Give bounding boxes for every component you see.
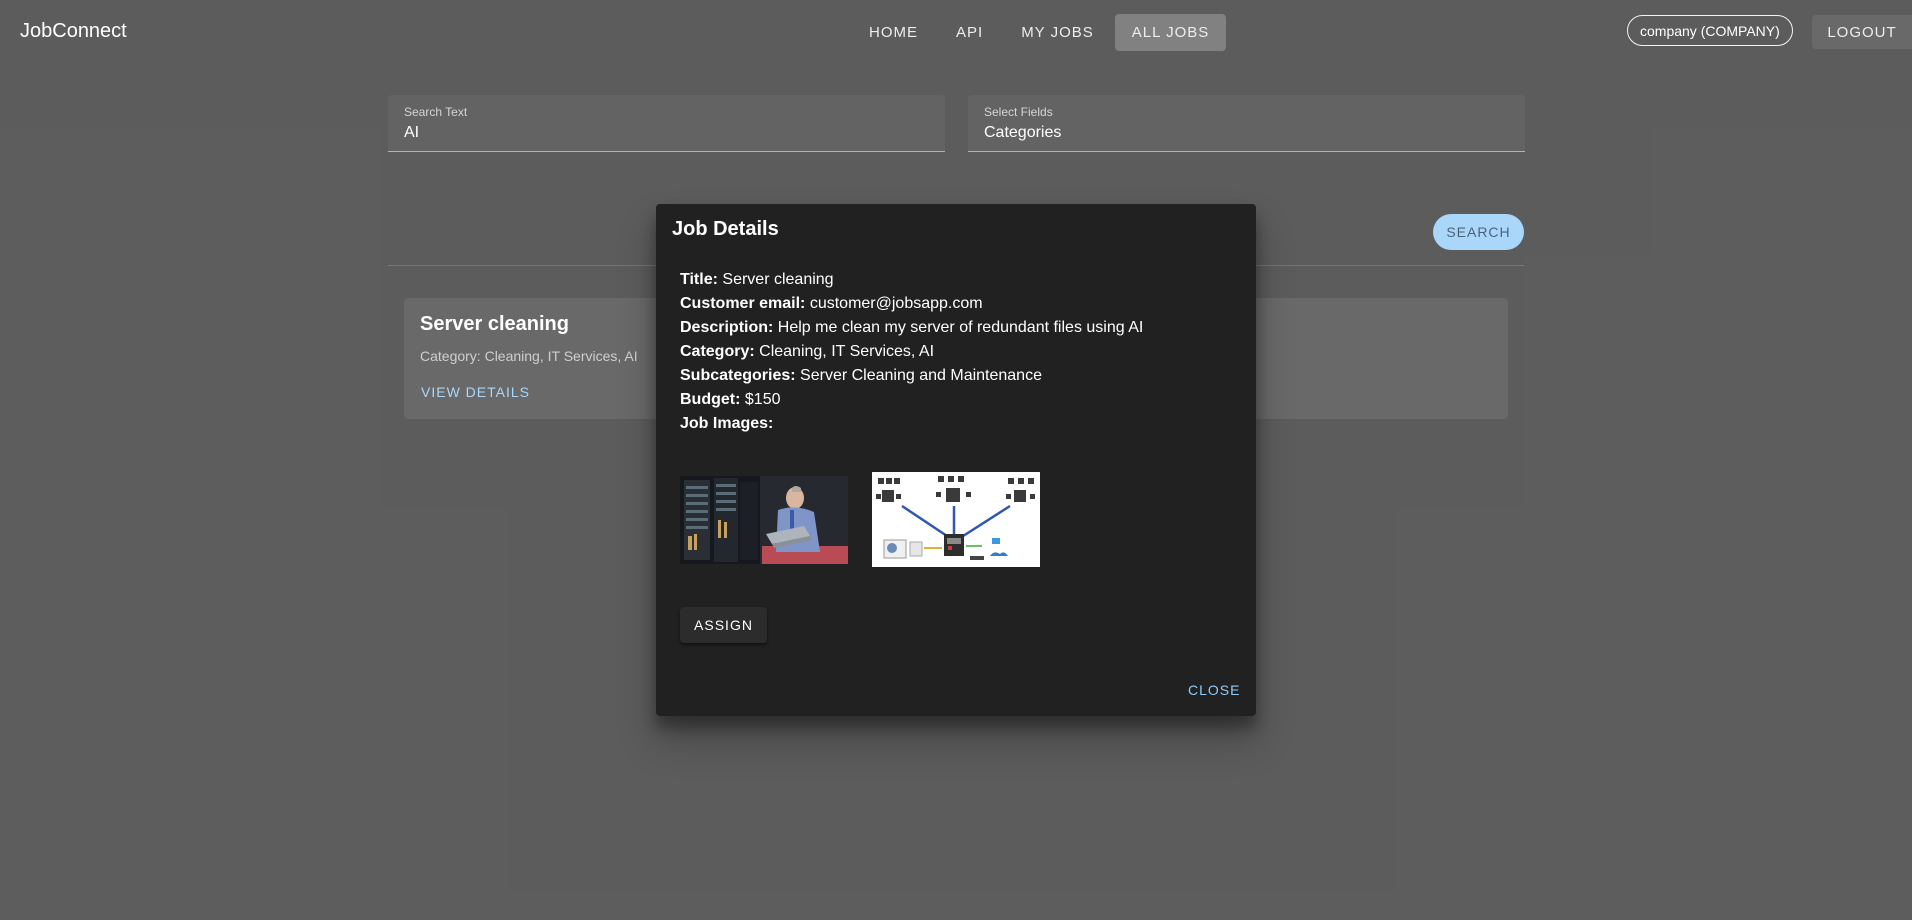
job-details-dialog: Job Details Title: Server cleaning Custo… [656,204,1256,716]
dialog-title: Job Details [672,218,779,240]
detail-subcategories: Subcategories: Server Cleaning and Maint… [680,364,1143,388]
detail-description: Description: Help me clean my server of … [680,316,1143,340]
detail-budget: Budget: $150 [680,388,1143,412]
job-image-server-room[interactable] [680,476,848,564]
detail-label: Title: [680,271,718,288]
detail-label: Customer email: [680,295,806,312]
detail-value: $150 [744,391,781,408]
detail-label: Description: [680,319,774,336]
assign-button[interactable]: ASSIGN [680,607,767,643]
network-diagram [872,472,1040,567]
detail-label: Subcategories: [680,367,796,384]
job-image-network-diagram[interactable] [872,472,1040,567]
detail-value: Server cleaning [722,271,834,288]
detail-label: Job Images: [680,415,774,432]
detail-value: Cleaning, IT Services, AI [759,343,935,360]
detail-value: customer@jobsapp.com [809,295,983,312]
detail-job-images: Job Images: [680,412,1143,436]
detail-title: Title: Server cleaning [680,268,1143,292]
server-room-photo [680,476,848,564]
close-button[interactable]: CLOSE [1188,682,1240,698]
detail-customer-email: Customer email: customer@jobsapp.com [680,292,1143,316]
detail-label: Category: [680,343,755,360]
detail-value: Help me clean my server of redundant fil… [777,319,1144,336]
job-details-list: Title: Server cleaning Customer email: c… [680,268,1143,436]
detail-category: Category: Cleaning, IT Services, AI [680,340,1143,364]
detail-label: Budget: [680,391,741,408]
detail-value: Server Cleaning and Maintenance [800,367,1042,384]
